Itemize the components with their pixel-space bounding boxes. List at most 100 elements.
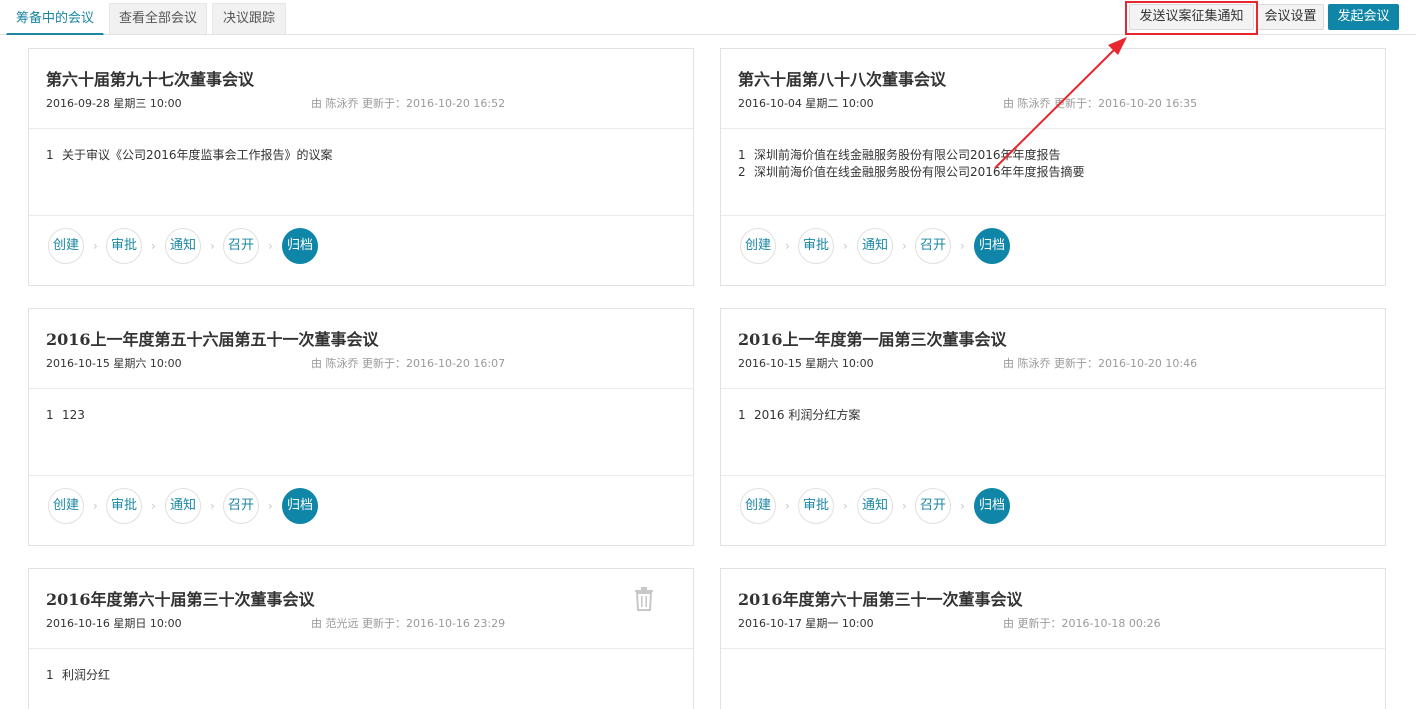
card-header: 2016上一年度第一届第三次董事会议 2016-10-15 星期六 10:00 … bbox=[721, 309, 1385, 389]
agenda-item-number: 1 bbox=[46, 408, 54, 422]
meeting-meta: 由 范光远 更新于：2016-10-16 23:29 bbox=[311, 617, 506, 630]
step-notify[interactable]: 通知 bbox=[857, 228, 893, 264]
step-convene[interactable]: 召开 bbox=[915, 228, 951, 264]
step-separator-icon: › bbox=[210, 239, 215, 253]
step-convene[interactable]: 召开 bbox=[223, 488, 259, 524]
send-proposal-notice-button[interactable]: 发送议案征集通知 bbox=[1129, 4, 1254, 30]
meeting-card[interactable]: 2016上一年度第五十六届第五十一次董事会议 2016-10-15 星期六 10… bbox=[28, 308, 694, 546]
agenda-item[interactable]: 1 利润分红 bbox=[46, 667, 693, 684]
meeting-card[interactable]: 2016年度第六十届第三十次董事会议 2016-10-16 星期日 10:00 … bbox=[28, 568, 694, 709]
agenda-list: 1 关于审议《公司2016年度监事会工作报告》的议案 bbox=[29, 129, 693, 216]
agenda-list: 1 123 bbox=[29, 389, 693, 476]
agenda-list bbox=[721, 649, 1385, 709]
meeting-meta: 由 更新于：2016-10-18 00:26 bbox=[1003, 617, 1161, 630]
workflow-steps: 创建 › 审批 › 通知 › 召开 › 归档 bbox=[721, 216, 1385, 286]
step-archive[interactable]: 归档 bbox=[282, 488, 318, 524]
step-separator-icon: › bbox=[960, 239, 965, 253]
meeting-settings-button[interactable]: 会议设置 bbox=[1257, 4, 1324, 30]
step-separator-icon: › bbox=[843, 239, 848, 253]
meeting-card[interactable]: 2016年度第六十届第三十一次董事会议 2016-10-17 星期一 10:00… bbox=[720, 568, 1386, 709]
step-separator-icon: › bbox=[785, 239, 790, 253]
step-separator-icon: › bbox=[843, 499, 848, 513]
tab-all-meetings[interactable]: 查看全部会议 bbox=[109, 3, 207, 34]
agenda-item-number: 1 bbox=[46, 668, 54, 682]
agenda-list: 1 2016 利润分红方案 bbox=[721, 389, 1385, 476]
step-create[interactable]: 创建 bbox=[48, 488, 84, 524]
card-header: 第六十届第九十七次董事会议 2016-09-28 星期三 10:00 由 陈泳乔… bbox=[29, 49, 693, 129]
step-separator-icon: › bbox=[151, 499, 156, 513]
agenda-item[interactable]: 2 深圳前海价值在线金融服务股份有限公司2016年年度报告摘要 bbox=[738, 164, 1385, 181]
step-approve[interactable]: 审批 bbox=[106, 488, 142, 524]
step-separator-icon: › bbox=[93, 499, 98, 513]
agenda-item-text: 利润分红 bbox=[62, 668, 111, 682]
step-notify[interactable]: 通知 bbox=[857, 488, 893, 524]
agenda-item-text: 123 bbox=[62, 408, 85, 422]
step-create[interactable]: 创建 bbox=[740, 228, 776, 264]
agenda-item[interactable]: 1 深圳前海价值在线金融服务股份有限公司2016年年度报告 bbox=[738, 147, 1385, 164]
agenda-item-number: 2 bbox=[738, 165, 746, 179]
step-convene[interactable]: 召开 bbox=[223, 228, 259, 264]
agenda-item[interactable]: 1 关于审议《公司2016年度监事会工作报告》的议案 bbox=[46, 147, 693, 164]
workflow-steps: 创建 › 审批 › 通知 › 召开 › 归档 bbox=[721, 476, 1385, 546]
meeting-card[interactable]: 2016上一年度第一届第三次董事会议 2016-10-15 星期六 10:00 … bbox=[720, 308, 1386, 546]
agenda-item-number: 1 bbox=[738, 148, 746, 162]
workflow-steps: 创建 › 审批 › 通知 › 召开 › 归档 bbox=[29, 216, 693, 286]
step-archive[interactable]: 归档 bbox=[282, 228, 318, 264]
meeting-title[interactable]: 第六十届第八十八次董事会议 bbox=[738, 66, 946, 90]
agenda-item-number: 1 bbox=[46, 148, 54, 162]
meeting-meta: 由 陈泳乔 更新于：2016-10-20 16:07 bbox=[311, 357, 506, 370]
meeting-date: 2016-10-17 星期一 10:00 bbox=[738, 617, 874, 630]
step-separator-icon: › bbox=[902, 499, 907, 513]
step-separator-icon: › bbox=[902, 239, 907, 253]
meeting-date: 2016-10-15 星期六 10:00 bbox=[46, 357, 182, 370]
meeting-meta: 由 陈泳乔 更新于：2016-10-20 16:35 bbox=[1003, 97, 1198, 110]
trash-icon[interactable] bbox=[633, 587, 655, 611]
step-separator-icon: › bbox=[210, 499, 215, 513]
meeting-date: 2016-10-16 星期日 10:00 bbox=[46, 617, 182, 630]
workflow-steps: 创建 › 审批 › 通知 › 召开 › 归档 bbox=[29, 476, 693, 546]
start-meeting-button[interactable]: 发起会议 bbox=[1328, 4, 1399, 30]
meeting-title[interactable]: 2016年度第六十届第三十次董事会议 bbox=[46, 586, 315, 610]
step-notify[interactable]: 通知 bbox=[165, 228, 201, 264]
meeting-title[interactable]: 2016年度第六十届第三十一次董事会议 bbox=[738, 586, 1023, 610]
step-separator-icon: › bbox=[960, 499, 965, 513]
step-create[interactable]: 创建 bbox=[740, 488, 776, 524]
tab-resolution-tracking[interactable]: 决议跟踪 bbox=[212, 3, 286, 34]
agenda-item-text: 2016 利润分红方案 bbox=[754, 408, 861, 422]
meeting-meta: 由 陈泳乔 更新于：2016-10-20 10:46 bbox=[1003, 357, 1198, 370]
agenda-item-text: 关于审议《公司2016年度监事会工作报告》的议案 bbox=[62, 148, 333, 162]
agenda-item[interactable]: 1 2016 利润分红方案 bbox=[738, 407, 1385, 424]
step-notify[interactable]: 通知 bbox=[165, 488, 201, 524]
step-separator-icon: › bbox=[93, 239, 98, 253]
step-convene[interactable]: 召开 bbox=[915, 488, 951, 524]
card-header: 第六十届第八十八次董事会议 2016-10-04 星期二 10:00 由 陈泳乔… bbox=[721, 49, 1385, 129]
step-separator-icon: › bbox=[151, 239, 156, 253]
meeting-date: 2016-10-15 星期六 10:00 bbox=[738, 357, 874, 370]
meeting-title[interactable]: 2016上一年度第五十六届第五十一次董事会议 bbox=[46, 326, 379, 350]
meeting-date: 2016-09-28 星期三 10:00 bbox=[46, 97, 182, 110]
agenda-item-text: 深圳前海价值在线金融服务股份有限公司2016年年度报告 bbox=[754, 148, 1061, 162]
step-approve[interactable]: 审批 bbox=[798, 488, 834, 524]
agenda-item-text: 深圳前海价值在线金融服务股份有限公司2016年年度报告摘要 bbox=[754, 165, 1085, 179]
meeting-title[interactable]: 第六十届第九十七次董事会议 bbox=[46, 66, 254, 90]
step-approve[interactable]: 审批 bbox=[798, 228, 834, 264]
meeting-card[interactable]: 第六十届第九十七次董事会议 2016-09-28 星期三 10:00 由 陈泳乔… bbox=[28, 48, 694, 286]
agenda-item[interactable]: 1 123 bbox=[46, 407, 693, 424]
meeting-meta: 由 陈泳乔 更新于：2016-10-20 16:52 bbox=[311, 97, 506, 110]
tab-preparing-meetings[interactable]: 筹备中的会议 bbox=[6, 3, 104, 35]
step-separator-icon: › bbox=[268, 239, 273, 253]
agenda-item-number: 1 bbox=[738, 408, 746, 422]
meeting-title[interactable]: 2016上一年度第一届第三次董事会议 bbox=[738, 326, 1007, 350]
top-bar: 筹备中的会议 查看全部会议 决议跟踪 发送议案征集通知 会议设置 发起会议 bbox=[0, 0, 1416, 35]
agenda-list: 1 利润分红 bbox=[29, 649, 693, 709]
step-create[interactable]: 创建 bbox=[48, 228, 84, 264]
step-archive[interactable]: 归档 bbox=[974, 228, 1010, 264]
card-header: 2016年度第六十届第三十一次董事会议 2016-10-17 星期一 10:00… bbox=[721, 569, 1385, 649]
step-archive[interactable]: 归档 bbox=[974, 488, 1010, 524]
meeting-date: 2016-10-04 星期二 10:00 bbox=[738, 97, 874, 110]
step-approve[interactable]: 审批 bbox=[106, 228, 142, 264]
card-header: 2016上一年度第五十六届第五十一次董事会议 2016-10-15 星期六 10… bbox=[29, 309, 693, 389]
agenda-list: 1 深圳前海价值在线金融服务股份有限公司2016年年度报告 2 深圳前海价值在线金融… bbox=[721, 129, 1385, 216]
step-separator-icon: › bbox=[268, 499, 273, 513]
meeting-card[interactable]: 第六十届第八十八次董事会议 2016-10-04 星期二 10:00 由 陈泳乔… bbox=[720, 48, 1386, 286]
